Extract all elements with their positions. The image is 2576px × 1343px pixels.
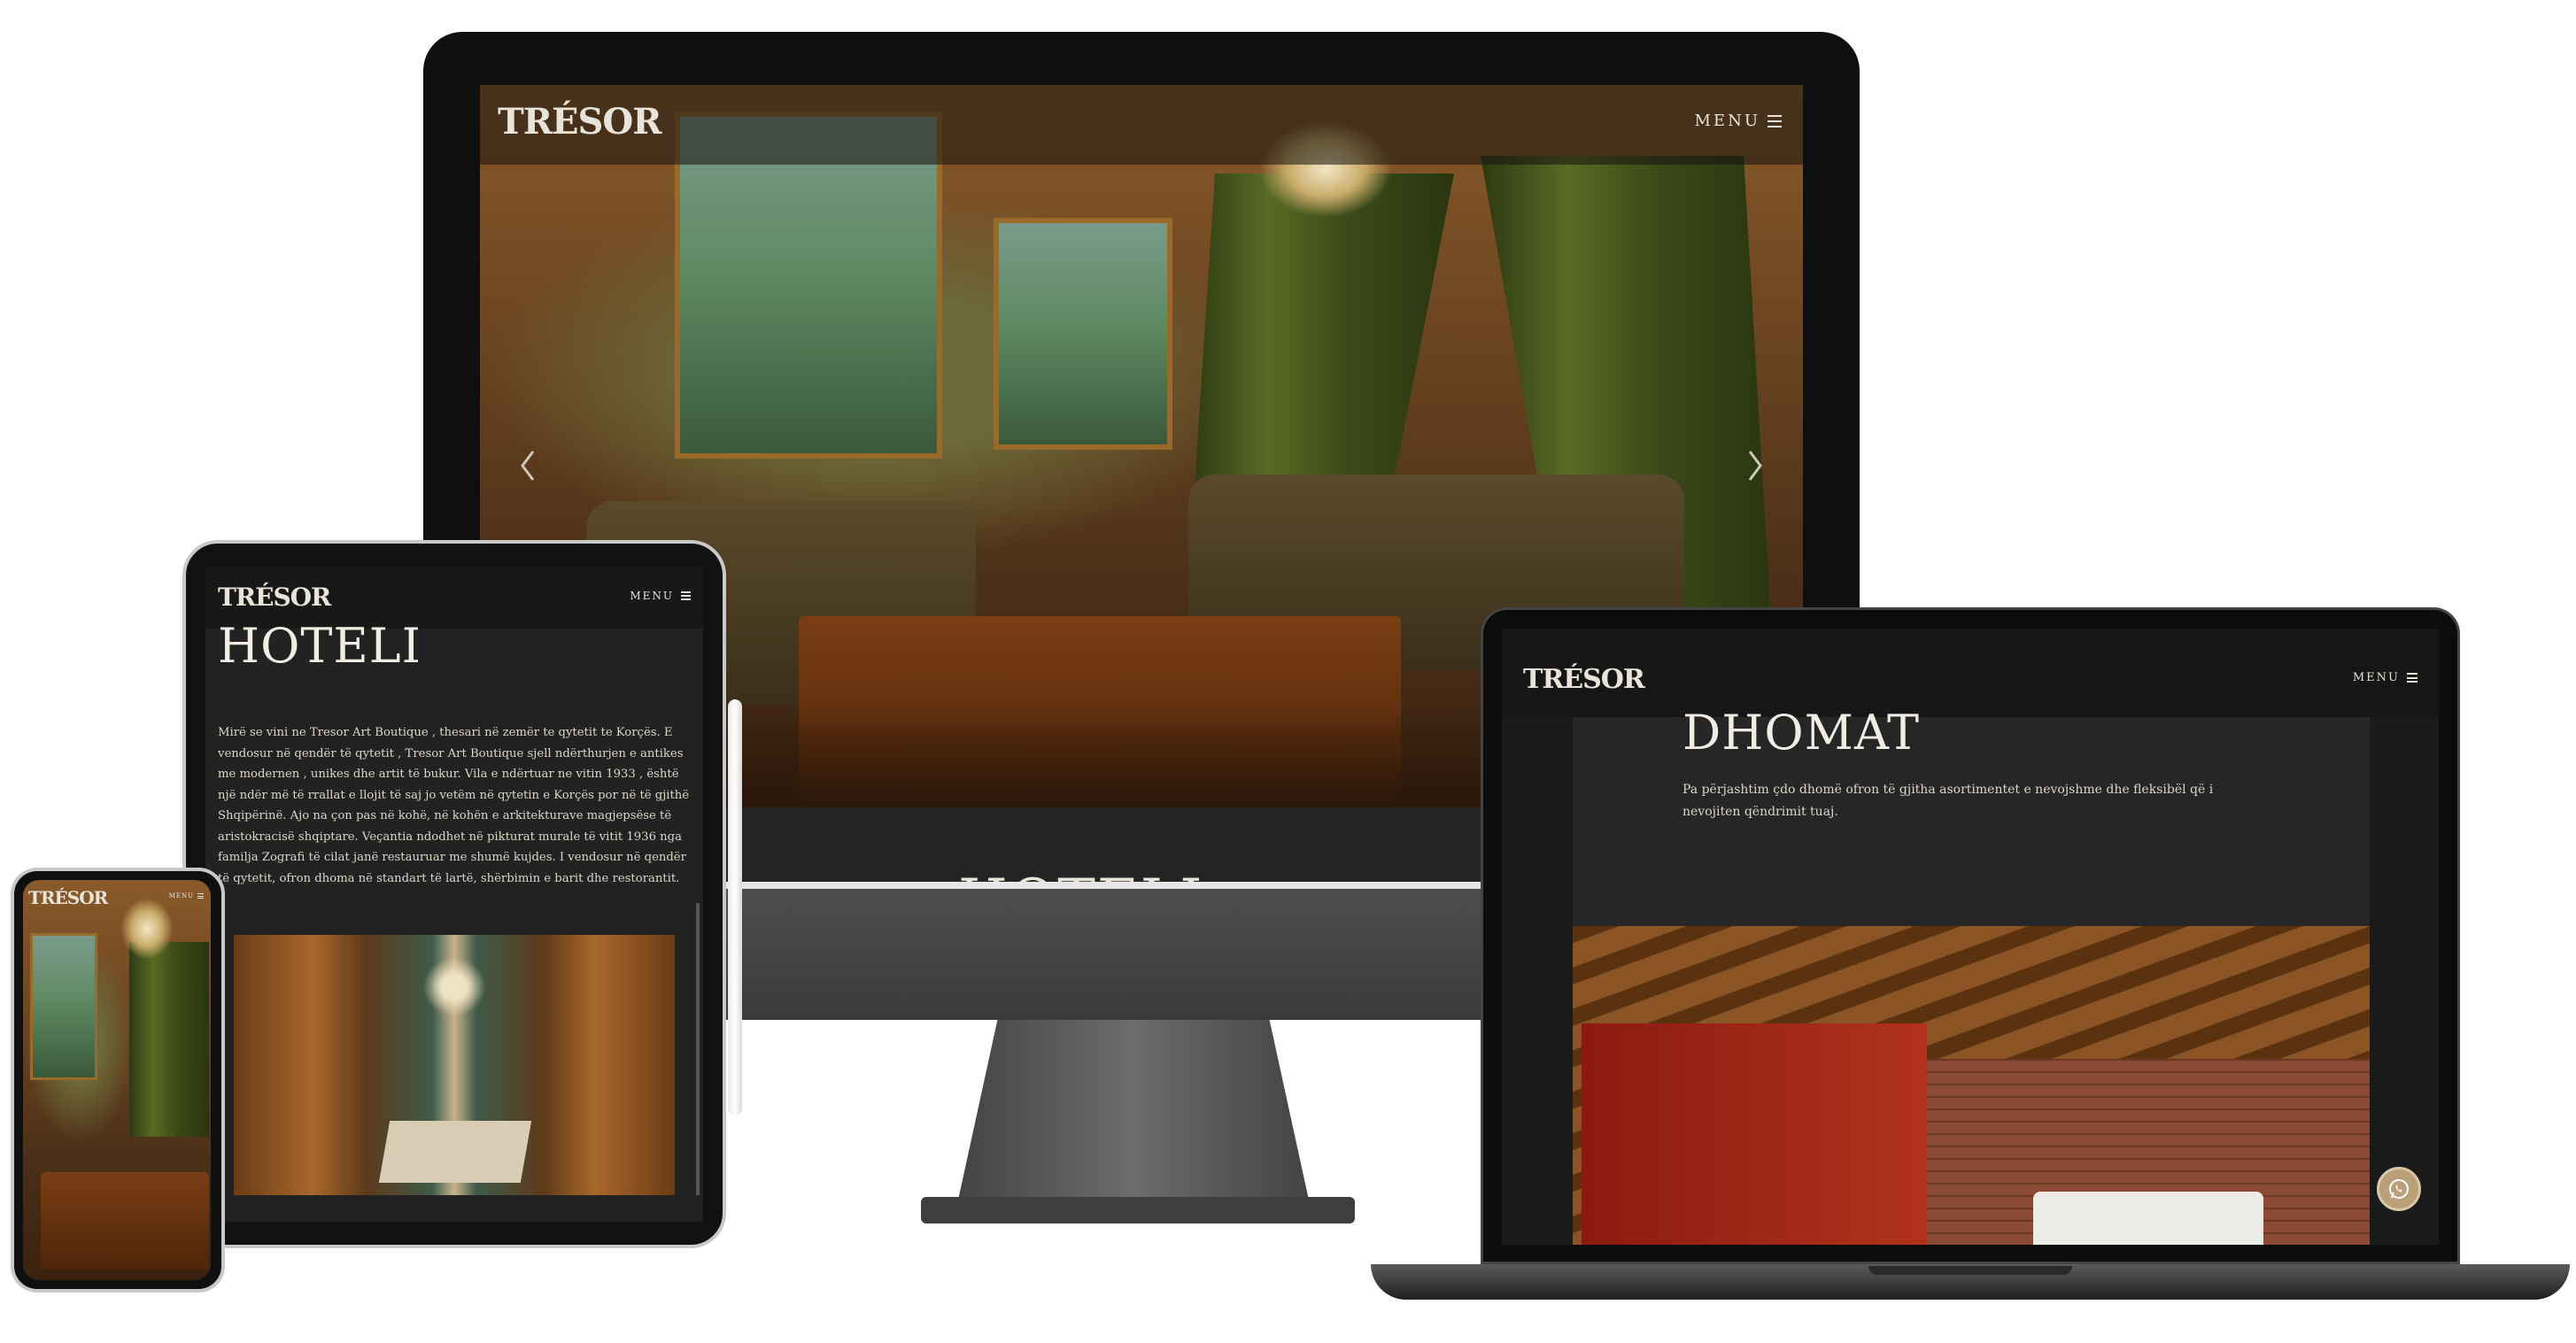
stylus-pencil [728, 699, 742, 1115]
red-wall [1582, 1023, 1927, 1245]
site-logo[interactable]: TRÉSOR [28, 887, 108, 908]
hotel-lobby-image [234, 935, 675, 1195]
mural-left [30, 933, 97, 1080]
chandelier [120, 898, 174, 960]
site-logo[interactable]: TRÉSOR [1523, 664, 1645, 695]
page-title: HOTELI [218, 618, 422, 674]
hero-image [23, 880, 211, 1280]
lobby-rug [378, 1121, 532, 1183]
laptop-header: TRÉSOR MENU [1502, 629, 2439, 717]
monitor-stand [955, 1020, 1312, 1215]
monitor-foot [921, 1197, 1355, 1223]
menu-button[interactable]: MENU [1694, 112, 1782, 130]
prev-slide-button[interactable] [510, 439, 545, 492]
hamburger-icon [681, 591, 691, 600]
curtain-right [129, 942, 209, 1137]
menu-button[interactable]: MENU [169, 892, 204, 899]
hamburger-icon [2407, 673, 2417, 683]
menu-button[interactable]: MENU [630, 590, 691, 602]
laptop-trackpad-notch [1868, 1266, 2072, 1275]
site-header: TRÉSOR MENU [480, 85, 1803, 165]
rooms-intro-text: Pa përjashtim çdo dhomë ofron të gjitha … [1683, 783, 2214, 819]
page-title: DHOMAT [1683, 705, 1921, 760]
laptop-screen: TRÉSOR MENU DHOMAT Pa përjashtim çdo dho… [1502, 629, 2439, 1245]
hamburger-icon [197, 893, 204, 899]
menu-label: MENU [1694, 112, 1760, 130]
mural-right [994, 218, 1172, 450]
intro-text: Mirë se vini ne Tresor Art Boutique , th… [218, 726, 690, 885]
menu-label: MENU [630, 590, 674, 602]
chevron-left-icon [521, 451, 535, 481]
room-image [1573, 926, 2370, 1245]
site-logo[interactable]: TRÉSOR [498, 101, 661, 143]
phone-screen: TRÉSOR MENU [23, 880, 211, 1280]
menu-label: MENU [2352, 671, 2400, 684]
site-logo[interactable]: TRÉSOR [218, 583, 331, 612]
coffee-table [41, 1172, 209, 1270]
partial-heading: HOTELI [958, 868, 1203, 882]
whatsapp-chat-button[interactable] [2377, 1167, 2421, 1211]
scrollbar[interactable] [696, 903, 700, 1195]
bed [2033, 1192, 2263, 1245]
hamburger-icon [1768, 114, 1782, 127]
next-slide-button[interactable] [1737, 439, 1773, 492]
chevron-right-icon [1748, 451, 1762, 481]
rooms-intro-panel: DHOMAT Pa përjashtim çdo dhomë ofron të … [1573, 705, 2370, 926]
menu-button[interactable]: MENU [2353, 671, 2417, 684]
menu-label: MENU [168, 892, 194, 899]
whatsapp-icon [2389, 1179, 2409, 1199]
tablet-screen: TRÉSOR MENU HOTELI Mirë se vini ne Treso… [205, 567, 703, 1222]
